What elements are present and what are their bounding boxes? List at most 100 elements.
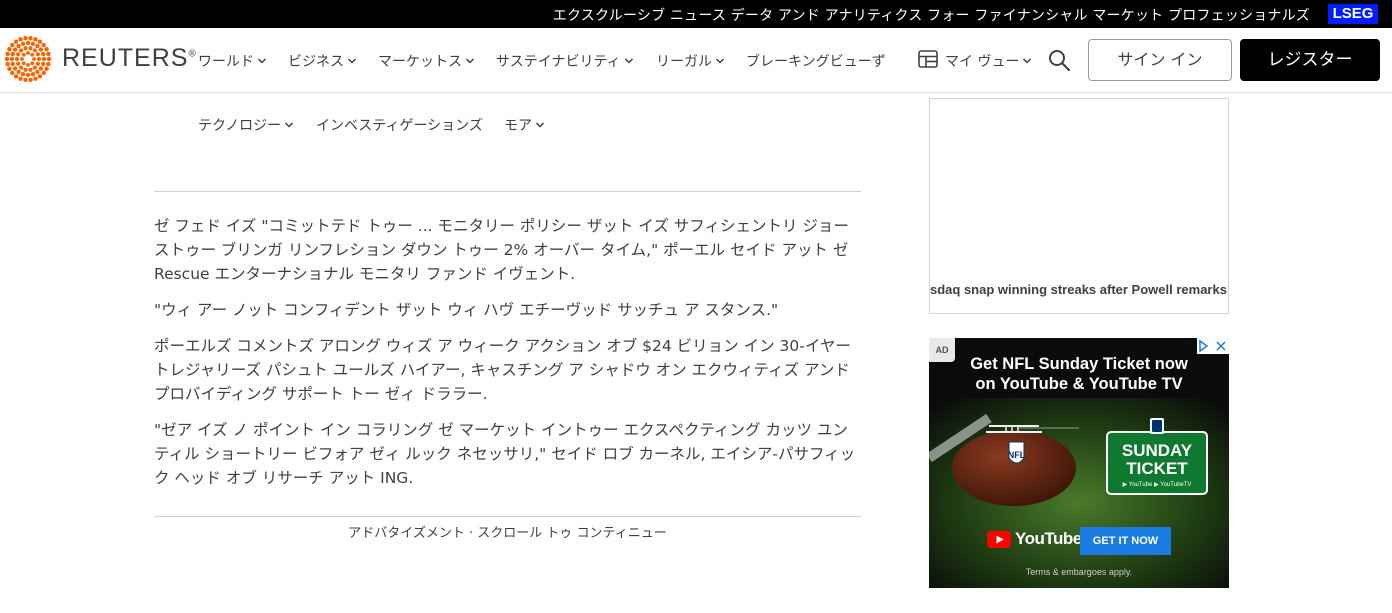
reuters-logo-icon[interactable] [4,36,52,82]
logo-dot [25,40,31,46]
article-top-divider [154,191,861,192]
ad-choices-icon[interactable] [1197,338,1229,354]
logo-dot [35,61,41,66]
logo-dot [15,61,21,66]
promo-text[interactable]: エクスクルーシブ ニュース データ アンド アナリティクス フォー ファイナンシ… [553,5,1310,25]
article-bottom-divider [154,516,861,517]
reuters-wordmark[interactable]: REUTERS® [62,44,197,73]
logo-dot [35,69,40,75]
logo-dot [35,43,40,49]
register-button[interactable]: レジスター [1240,39,1380,81]
nav-label: ブレーキングビューず [746,54,886,70]
nav-legal[interactable]: リーガル [656,51,725,71]
logo-dot [16,69,21,75]
logo-dot [10,51,15,57]
my-view-menu[interactable]: マイ ヴュー [945,51,1032,71]
ticket-sub: ▶ YouTube ▶ YouTubeTV [1123,482,1192,488]
logo-dot [18,76,23,81]
logo-dot [37,74,43,79]
chevron-down-icon [715,58,725,64]
nav-label: リーガル [656,54,712,70]
logo-dot [9,56,15,62]
logo-dot [7,66,12,71]
logo-dot [46,51,51,57]
logo-dot [32,48,37,53]
logo-dot [23,36,28,41]
logo-dot [28,77,33,82]
logo-dot [19,65,24,70]
logo-dot [38,47,44,52]
rail-headline-link[interactable]: sdaq snap winning streaks after Powell r… [930,282,1227,297]
youtube-play-icon [987,530,1011,548]
ad-terms: Terms & embargoes apply. [1025,567,1133,577]
logo-dot [28,36,33,41]
logo-dot [26,51,30,55]
nav-technology[interactable]: テクノロジー [198,115,294,135]
logo-dot [41,56,47,62]
nav-markets[interactable]: マーケットス [378,51,475,71]
top-promo-banner[interactable]: エクスクルーシブ ニュース データ アンド アナリティクス フォー ファイナンシ… [0,0,1392,28]
logo-dot [41,70,46,76]
logo-dot [15,52,21,57]
logo-dot [38,66,44,71]
logo-dot [20,72,26,77]
article-body: ゼ フェド イズ "コミットテド トゥー ... モニタリー ポリシー ザット … [154,214,861,502]
search-icon[interactable] [1047,48,1071,72]
logo-dot [25,72,31,78]
nav-breakingviews[interactable]: ブレーキングビューず [746,51,886,71]
article-paragraph: ポーエルズ コメントズ アロング ウィズ ア ウィーク アクション オブ $24… [154,337,851,403]
logo-dot [18,37,23,42]
nav-business[interactable]: ビジネス [288,51,357,71]
nav-label: ワールド [198,54,254,70]
nav-label: ビジネス [288,54,344,70]
ticket-line1: SUNDAY [1122,441,1193,460]
site-header: REUTERS® ワールド ビジネス マーケットス サステイナビリティ リーガル… [0,28,1392,93]
nav-label: モア [504,118,532,134]
sign-in-button[interactable]: サイン イン [1088,39,1232,81]
ad-headline-line1: Get NFL Sunday Ticket now [970,355,1188,373]
nav-world[interactable]: ワールド [198,51,267,71]
rail-headline-card[interactable]: sdaq snap winning streaks after Powell r… [929,98,1229,314]
logo-dot [30,52,35,57]
ticket-line2: TICKET [1126,459,1188,478]
logo-dot [10,61,15,67]
nav-sustainability[interactable]: サステイナビリティ [496,51,634,71]
nav-label: インベスティゲーションズ [316,118,483,134]
lseg-logo[interactable]: LSEG [1328,4,1378,24]
logo-dot [26,63,30,67]
logo-dot [5,61,10,67]
logo-dot [21,61,26,66]
logo-dot [30,72,36,77]
my-view-label: マイ ヴュー [945,54,1020,70]
ball-nfl-label: NFL [1008,450,1026,460]
chevron-down-icon [624,58,633,64]
nav-more[interactable]: モア [504,115,545,135]
logo-dot [37,39,43,44]
nfl-sunday-ticket-ad[interactable]: NFL SUNDAY TICKET ▶ YouTube ▶ YouTubeTV … [929,338,1229,588]
logo-dot [7,47,12,52]
logo-dot [44,66,49,71]
layout-grid-icon[interactable] [917,48,939,70]
logo-dot [32,57,36,61]
logo-dot [30,41,36,46]
logo-dot [30,61,35,66]
chevron-down-icon [1023,58,1032,64]
youtube-logo: YouTube [987,529,1082,549]
ad-illustration: NFL SUNDAY TICKET ▶ YouTube ▶ YouTubeTV [929,398,1229,588]
get-it-now-button[interactable]: GET IT NOW [1080,527,1171,555]
advertisement-scroll-label: アドバタイズメント · スクロール トゥ コンティニュー [348,526,667,541]
logo-dot [13,39,19,44]
chevron-down-icon [285,122,294,128]
chevron-down-icon [347,58,357,64]
nav-investigations[interactable]: インベスティゲーションズ [316,115,483,135]
article-paragraph: ゼ フェド イズ "コミットテド トゥー ... モニタリー ポリシー ザット … [154,217,849,283]
logo-dot [32,65,37,70]
article-paragraph: "ゼア イズ ノ ポイント イン コラリング ゼ マーケット イントゥー エクス… [154,421,856,487]
logo-dot [10,42,15,48]
logo-dot [23,67,28,72]
logo-dot [23,46,28,51]
chevron-down-icon [465,58,475,64]
logo-dot [28,46,33,51]
logo-dot [19,48,24,53]
chevron-down-icon [257,58,267,64]
